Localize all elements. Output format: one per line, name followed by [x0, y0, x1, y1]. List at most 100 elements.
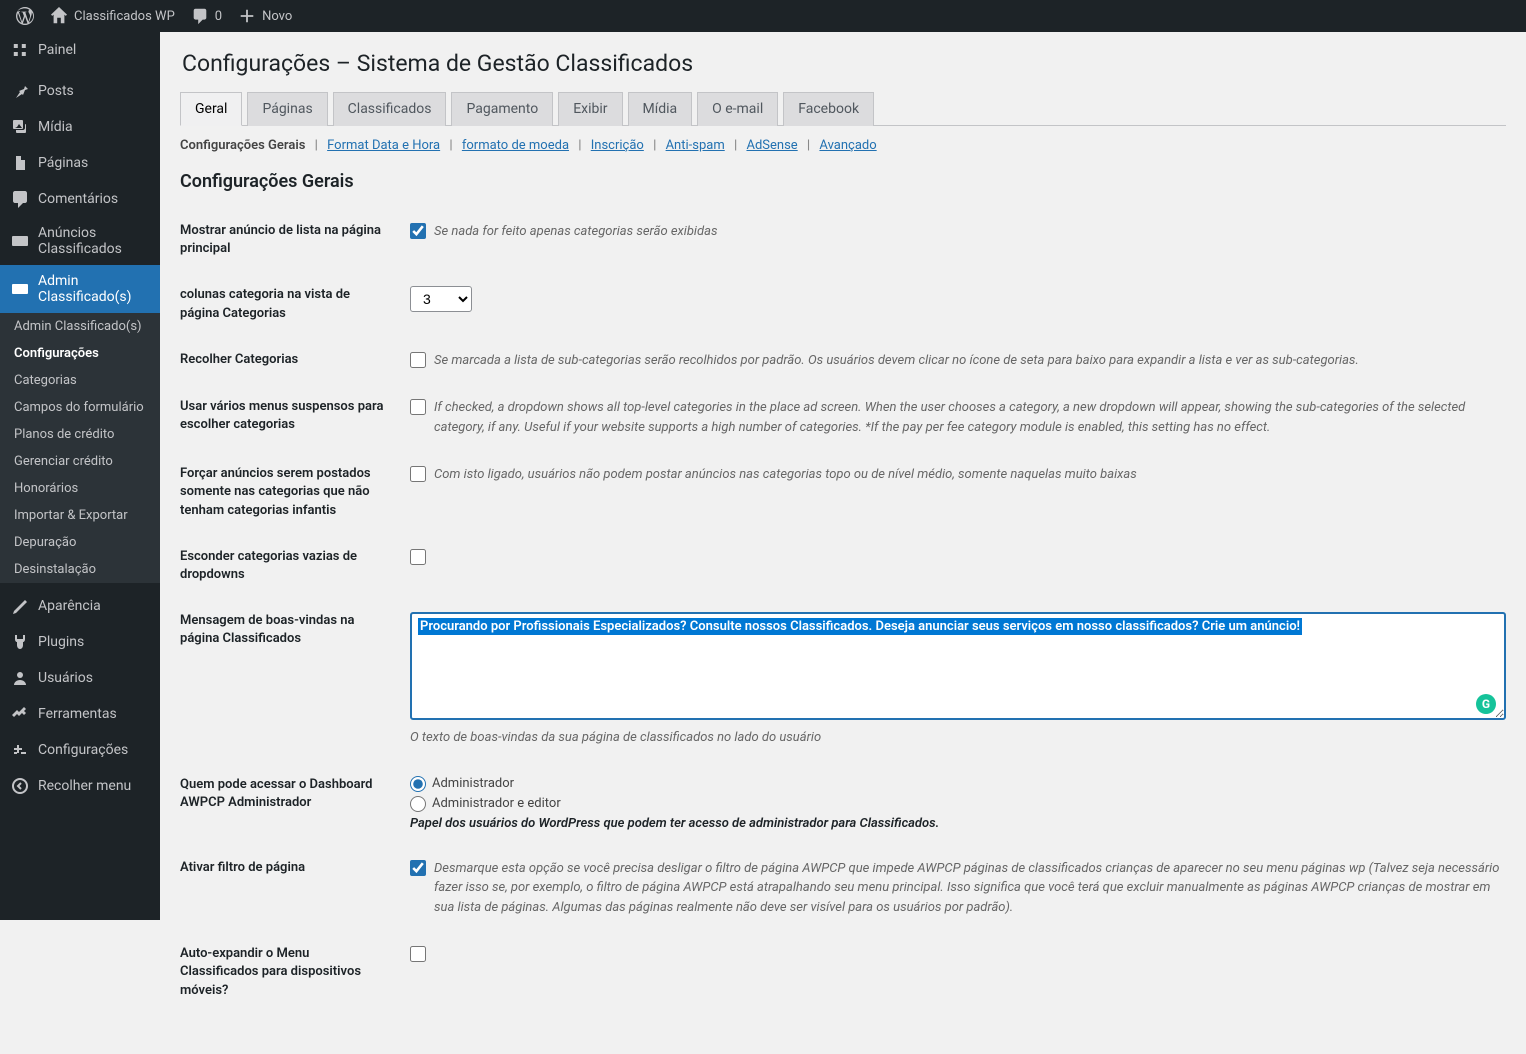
desc-dashboard-access: Papel dos usuários do WordPress que pode… — [410, 816, 1506, 831]
submenu-fees[interactable]: Honorários — [0, 475, 160, 502]
row-multi-dropdowns: Usar vários menus suspensos para escolhe… — [180, 384, 1506, 451]
sidebar-item-dashboard[interactable]: Painel — [0, 32, 160, 68]
checkbox-collapse-cats[interactable] — [410, 352, 426, 368]
submenu-manage-credit[interactable]: Gerenciar crédito — [0, 448, 160, 475]
label-hide-empty: Esconder categorias vazias de dropdowns — [180, 548, 410, 584]
sidebar-item-appearance[interactable]: Aparência — [0, 588, 160, 624]
desc-collapse-cats: Se marcada a lista de sub-categorias ser… — [434, 351, 1359, 371]
section-title: Configurações Gerais — [180, 171, 1506, 192]
radio-admin-editor[interactable] — [410, 796, 426, 812]
sidebar-item-posts[interactable]: Posts — [0, 73, 160, 109]
submenu-uninstall[interactable]: Desinstalação — [0, 556, 160, 583]
checkbox-multi-dropdowns[interactable] — [410, 399, 426, 415]
comments-icon — [10, 189, 30, 209]
row-auto-expand: Auto-expandir o Menu Classificados para … — [180, 931, 1506, 1014]
tab-general[interactable]: Geral — [180, 92, 242, 126]
page-title: Configurações – Sistema de Gestão Classi… — [182, 50, 1506, 77]
label-page-filter: Ativar filtro de página — [180, 859, 410, 877]
submenu-import-export[interactable]: Importar & Exportar — [0, 502, 160, 529]
checkbox-hide-empty[interactable] — [410, 549, 426, 565]
sidebar-item-media[interactable]: Mídia — [0, 109, 160, 145]
admin-sidebar: Painel Posts Mídia Páginas Comentários A… — [0, 32, 160, 920]
label-welcome-msg: Mensagem de boas-vindas na página Classi… — [180, 612, 410, 648]
page-icon — [10, 153, 30, 173]
radio-label-admin: Administrador — [432, 776, 514, 791]
sidebar-label: Plugins — [38, 634, 84, 650]
row-show-ad-list: Mostrar anúncio de lista na página princ… — [180, 208, 1506, 272]
tab-payment[interactable]: Pagamento — [451, 92, 553, 126]
row-collapse-cats: Recolher Categorias Se marcada a lista d… — [180, 337, 1506, 385]
sidebar-label: Anúncios Classificados — [38, 225, 150, 257]
label-auto-expand: Auto-expandir o Menu Classificados para … — [180, 945, 410, 1000]
sub-sections: Configurações Gerais | Format Data e Hor… — [180, 138, 1506, 153]
tab-display[interactable]: Exibir — [558, 92, 622, 126]
sidebar-label: Posts — [38, 83, 74, 99]
subsub-current: Configurações Gerais — [180, 138, 305, 153]
checkbox-page-filter[interactable] — [410, 860, 426, 876]
tab-pages[interactable]: Páginas — [247, 92, 327, 126]
media-icon — [10, 117, 30, 137]
radio-admin-only[interactable] — [410, 776, 426, 792]
users-icon — [10, 668, 30, 688]
sidebar-item-pages[interactable]: Páginas — [0, 145, 160, 181]
subsub-currency-format[interactable]: formato de moeda — [462, 138, 569, 153]
submenu-settings[interactable]: Configurações — [0, 340, 160, 367]
label-cat-columns: colunas categoria na vista de página Cat… — [180, 286, 410, 322]
sidebar-item-admin-classifieds[interactable]: Admin Classificado(s) — [0, 265, 160, 313]
tab-media[interactable]: Mídia — [628, 92, 693, 126]
radio-label-admin-editor: Administrador e editor — [432, 796, 561, 811]
textarea-welcome-msg[interactable] — [410, 612, 1506, 720]
sidebar-item-comments[interactable]: Comentários — [0, 181, 160, 217]
card-icon — [10, 231, 30, 251]
tab-email[interactable]: O e-mail — [697, 92, 778, 126]
wp-logo-menu[interactable] — [8, 0, 42, 32]
tab-facebook[interactable]: Facebook — [783, 92, 874, 126]
comments-menu[interactable]: 0 — [183, 0, 230, 32]
subsub-advanced[interactable]: Avançado — [819, 138, 876, 153]
sidebar-item-collapse[interactable]: Recolher menu — [0, 768, 160, 804]
row-force-leaf: Forçar anúncios serem postados somente n… — [180, 451, 1506, 534]
subsub-adsense[interactable]: AdSense — [746, 138, 797, 153]
comment-icon — [191, 7, 209, 25]
settings-icon — [10, 740, 30, 760]
sidebar-item-classifieds[interactable]: Anúncios Classificados — [0, 217, 160, 265]
home-icon — [50, 7, 68, 25]
select-cat-columns[interactable]: 3 — [410, 286, 472, 312]
tools-icon — [10, 704, 30, 724]
label-dashboard-access: Quem pode acessar o Dashboard AWPCP Admi… — [180, 776, 410, 812]
desc-show-ad-list: Se nada for feito apenas categorias serã… — [434, 222, 717, 242]
plugins-icon — [10, 632, 30, 652]
submenu-form-fields[interactable]: Campos do formulário — [0, 394, 160, 421]
checkbox-force-leaf[interactable] — [410, 466, 426, 482]
appearance-icon — [10, 596, 30, 616]
sidebar-label: Aparência — [38, 598, 101, 614]
new-content-menu[interactable]: Novo — [230, 0, 300, 32]
sidebar-label: Páginas — [38, 155, 88, 171]
sidebar-item-tools[interactable]: Ferramentas — [0, 696, 160, 732]
tab-classifieds[interactable]: Classificados — [333, 92, 447, 126]
label-show-ad-list: Mostrar anúncio de lista na página princ… — [180, 222, 410, 258]
subsub-antispam[interactable]: Anti-spam — [666, 138, 725, 153]
label-multi-dropdowns: Usar vários menus suspensos para escolhe… — [180, 398, 410, 434]
submenu-debug[interactable]: Depuração — [0, 529, 160, 556]
comments-count: 0 — [215, 9, 222, 24]
site-name-menu[interactable]: Classificados WP — [42, 0, 183, 32]
sidebar-item-plugins[interactable]: Plugins — [0, 624, 160, 660]
sidebar-item-settings[interactable]: Configurações — [0, 732, 160, 768]
checkbox-auto-expand[interactable] — [410, 946, 426, 962]
desc-force-leaf: Com isto ligado, usuários não podem post… — [434, 465, 1137, 485]
submenu-credit-plans[interactable]: Planos de crédito — [0, 421, 160, 448]
subsub-date-format[interactable]: Format Data e Hora — [327, 138, 440, 153]
submenu: Admin Classificado(s) Configurações Cate… — [0, 313, 160, 583]
dashboard-icon — [10, 40, 30, 60]
checkbox-show-ad-list[interactable] — [410, 223, 426, 239]
subsub-registration[interactable]: Inscrição — [591, 138, 644, 153]
desc-multi-dropdowns: If checked, a dropdown shows all top-lev… — [434, 398, 1506, 437]
sidebar-label: Admin Classificado(s) — [38, 273, 150, 305]
row-dashboard-access: Quem pode acessar o Dashboard AWPCP Admi… — [180, 762, 1506, 845]
submenu-categories[interactable]: Categorias — [0, 367, 160, 394]
submenu-admin[interactable]: Admin Classificado(s) — [0, 313, 160, 340]
sidebar-label: Usuários — [38, 670, 93, 686]
sidebar-item-users[interactable]: Usuários — [0, 660, 160, 696]
row-hide-empty: Esconder categorias vazias de dropdowns — [180, 534, 1506, 598]
